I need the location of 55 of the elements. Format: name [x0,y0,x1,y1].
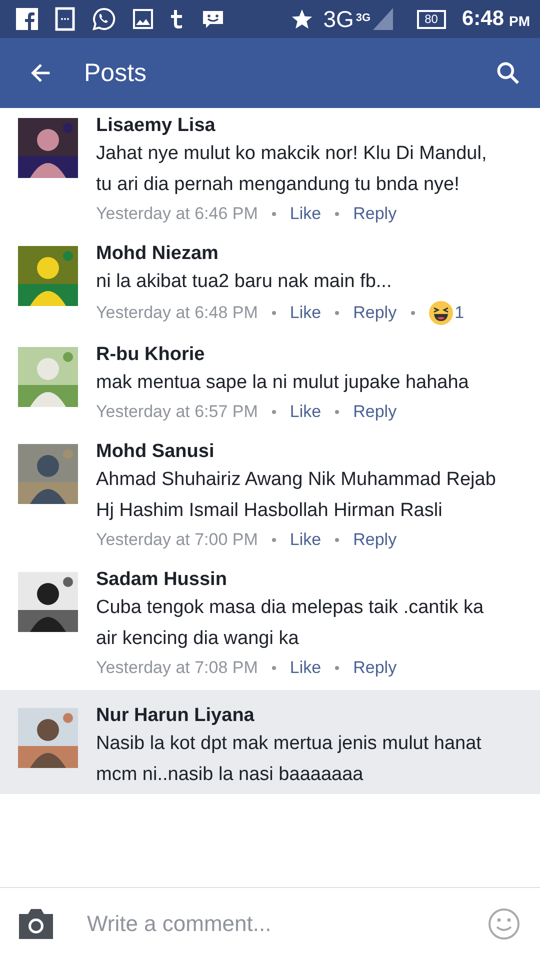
reply-link[interactable]: Reply [353,402,397,422]
like-link[interactable]: Like [290,530,322,550]
comment-author[interactable]: Nur Harun Liyana [96,704,500,728]
network-type: 3G [323,6,354,32]
phone-chat-icon [92,7,116,31]
separator-dot [335,410,340,414]
separator-dot [410,311,415,315]
message-icon [55,7,75,31]
separator-dot [272,410,276,414]
comment-text: Ahmad Shuhairiz Awang Nik Muhammad Rejab Hj Hashim Ismail Hasbollah Hirman Rasli [96,468,497,523]
comment-author[interactable]: Mohd Sanusi [96,440,500,464]
image-icon [133,9,153,29]
comment-author[interactable]: R-bu Khorie [96,343,469,367]
page-title: Posts [84,58,148,88]
like-link[interactable]: Like [290,204,322,224]
like-link[interactable]: Like [290,658,322,678]
separator-dot [335,212,340,216]
separator-dot [335,666,340,670]
tumblr-icon [170,8,184,30]
separator-dot [272,311,276,315]
comment-time: Yesterday at 6:48 PM [96,303,258,323]
comment-text: Jahat nye mulut ko makcik nor! Klu Di Mandul, tu ari dia pernah mengandung tu bnda nye! [96,142,488,197]
comment-author[interactable]: Mohd Niezam [96,242,464,266]
reply-link[interactable]: Reply [353,204,397,224]
comment-text: ni la akibat tua2 baru nak main fb... [96,270,393,294]
comment-author[interactable]: Lisaemy Lisa [96,114,500,138]
comment-time: Yesterday at 7:08 PM [96,658,258,678]
like-link[interactable]: Like [290,402,322,422]
clock-meridiem: PM [509,13,530,29]
reaction-count: 1 [454,303,464,323]
like-link[interactable]: Like [290,303,322,323]
facebook-icon [16,8,38,30]
comment-time: Yesterday at 6:57 PM [96,402,258,422]
comment-text: Nasib la kot dpt mak mertua jenis mulut hanat mcm ni..nasib la nasi baaaaaaa [96,732,482,787]
network-type-small: 3G [356,12,371,24]
camera-icon[interactable] [17,908,55,940]
reply-link[interactable]: Reply [353,303,397,323]
separator-dot [335,538,340,542]
comment-input[interactable]: Write a comment... [85,910,458,938]
laughing-emoji-icon [428,301,453,325]
comment-text: Cuba tengok masa dia melepas taik .cantik ka air kencing dia wangi ka [96,596,485,651]
clock-time: 6:48 [462,7,504,31]
separator-dot [272,666,276,670]
reply-link[interactable]: Reply [353,658,397,678]
comment-text: mak mentua sape la ni mulut jupake hahaha [96,371,469,395]
separator-dot [272,212,276,216]
signal-icon [372,8,393,30]
reply-link[interactable]: Reply [353,530,397,550]
comment-author[interactable]: Sadam Hussin [96,568,500,592]
star-icon [291,8,314,30]
separator-dot [272,538,276,542]
comment-time: Yesterday at 7:00 PM [96,530,258,550]
battery-level: 80 [416,10,446,28]
comment-time: Yesterday at 6:46 PM [96,204,258,224]
separator-dot [335,311,340,315]
